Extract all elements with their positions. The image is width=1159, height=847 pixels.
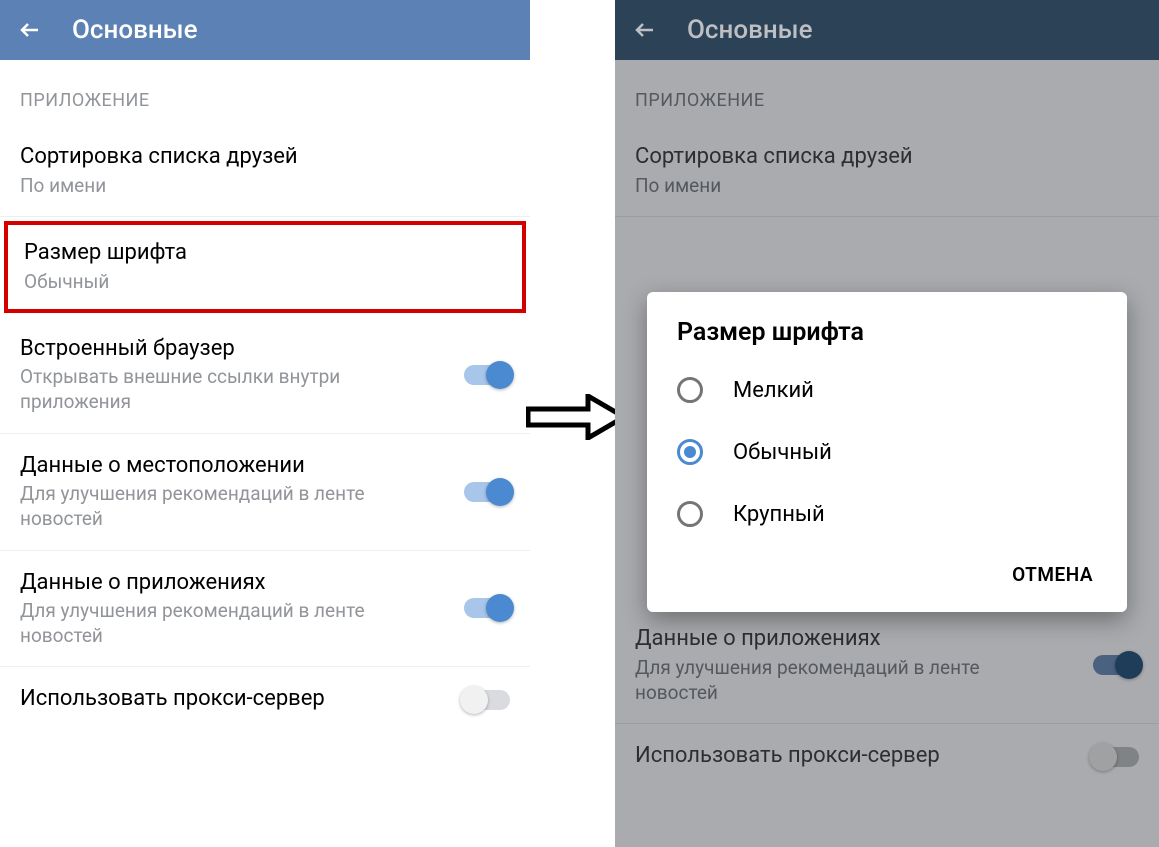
item-subtitle: Для улучшения рекомендаций в ленте новос… [635,656,1015,705]
radio-label: Мелкий [733,378,814,403]
item-title: Данные о приложениях [635,625,1073,654]
radio-icon [677,377,703,403]
item-subtitle: Обычный [24,270,404,295]
radio-option-small[interactable]: Мелкий [647,359,1127,421]
item-subtitle: По имени [20,174,400,199]
radio-option-large[interactable]: Крупный [647,483,1127,545]
radio-icon [677,439,703,465]
section-header-app: ПРИЛОЖЕНИЕ [615,60,1159,125]
setting-font-size[interactable]: Размер шрифта Обычный [4,221,526,312]
arrow-icon [526,394,626,440]
item-title: Использовать прокси-сервер [20,685,444,714]
toggle-browser[interactable] [464,365,510,385]
setting-proxy[interactable]: Использовать прокси-сервер [0,667,530,732]
radio-icon [677,501,703,527]
setting-location-data[interactable]: Данные о местоположении Для улучшения ре… [0,434,530,551]
font-size-dialog: Размер шрифта Мелкий Обычный Крупный ОТМ… [647,292,1127,612]
toggle-apps[interactable] [1093,655,1139,675]
toggle-location[interactable] [464,482,510,502]
item-subtitle: Открывать внешние ссылки внутри приложен… [20,365,400,414]
radio-label: Крупный [733,502,825,527]
item-title: Данные о местоположении [20,452,444,481]
back-arrow-icon[interactable] [18,18,42,42]
item-title: Данные о приложениях [20,569,444,598]
cancel-button[interactable]: ОТМЕНА [1002,555,1103,594]
setting-builtin-browser[interactable]: Встроенный браузер Открывать внешние ссы… [0,317,530,434]
section-header-app: ПРИЛОЖЕНИЕ [0,60,530,125]
item-title: Встроенный браузер [20,335,444,364]
radio-option-normal[interactable]: Обычный [647,421,1127,483]
page-title: Основные [687,15,813,45]
setting-apps-data[interactable]: Данные о приложениях Для улучшения реком… [615,607,1159,724]
setting-sort-friends[interactable]: Сортировка списка друзей По имени [615,125,1159,217]
item-subtitle: По имени [635,174,1015,199]
setting-sort-friends[interactable]: Сортировка списка друзей По имени [0,125,530,217]
settings-screen-dialog: Основные ПРИЛОЖЕНИЕ Сортировка списка др… [615,0,1159,847]
dialog-title: Размер шрифта [647,318,1127,359]
page-title: Основные [72,15,198,45]
item-subtitle: Для улучшения рекомендаций в ленте новос… [20,482,400,531]
toggle-apps[interactable] [464,598,510,618]
back-arrow-icon[interactable] [633,18,657,42]
item-title: Использовать прокси-сервер [635,742,1073,771]
toggle-proxy[interactable] [1093,747,1139,767]
item-title: Сортировка списка друзей [20,143,510,172]
item-title: Размер шрифта [24,239,506,268]
item-title: Сортировка списка друзей [635,143,1139,172]
app-header: Основные [615,0,1159,60]
dialog-actions: ОТМЕНА [647,545,1127,600]
toggle-proxy[interactable] [464,690,510,710]
radio-label: Обычный [733,440,832,465]
app-header: Основные [0,0,530,60]
settings-screen-before: Основные ПРИЛОЖЕНИЕ Сортировка списка др… [0,0,530,847]
item-subtitle: Для улучшения рекомендаций в ленте новос… [20,599,400,648]
setting-apps-data[interactable]: Данные о приложениях Для улучшения реком… [0,551,530,668]
setting-proxy[interactable]: Использовать прокси-сервер [615,724,1159,789]
